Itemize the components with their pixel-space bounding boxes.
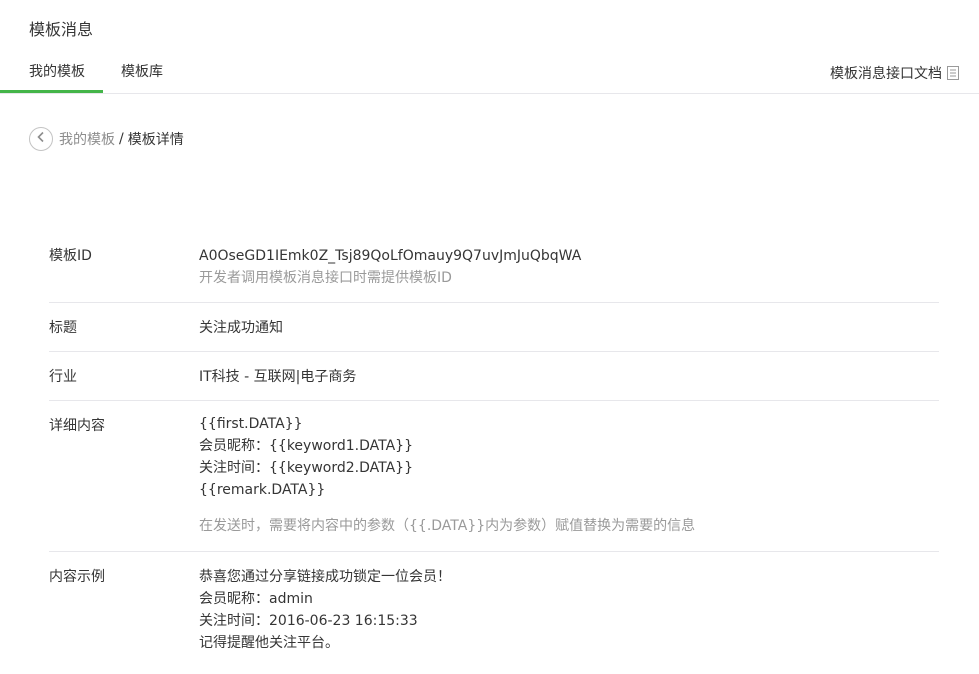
content-hint: 在发送时，需要将内容中的参数（{{.DATA}}内为参数）赋值替换为需要的信息 bbox=[199, 518, 696, 534]
template-id-hint: 开发者调用模板消息接口时需提供模板ID bbox=[199, 270, 452, 286]
template-detail: 模板ID A0OseGD1IEmk0Z_Tsj89QoLfOmauy9Q7uvJ… bbox=[49, 232, 939, 662]
example-line: 会员昵称：admin bbox=[199, 591, 313, 607]
page-title: 模板消息 bbox=[29, 20, 94, 39]
active-tab-indicator bbox=[0, 90, 103, 93]
breadcrumb-current: 模板详情 bbox=[127, 132, 184, 148]
breadcrumb-parent[interactable]: 我的模板 bbox=[59, 129, 115, 149]
content-line: {{first.DATA}} bbox=[199, 416, 303, 432]
template-id-label: 模板ID bbox=[49, 248, 92, 264]
content-line: 关注时间：{{keyword2.DATA}} bbox=[199, 460, 413, 476]
example-label: 内容示例 bbox=[49, 569, 105, 585]
industry-value: IT科技 - 互联网|电子商务 bbox=[199, 369, 357, 385]
template-id-value: A0OseGD1IEmk0Z_Tsj89QoLfOmauy9Q7uvJmJuQb… bbox=[199, 248, 582, 264]
api-doc-link[interactable]: 模板消息接口文档 bbox=[830, 63, 959, 83]
title-value: 关注成功通知 bbox=[199, 320, 283, 336]
row-title: 标题 关注成功通知 bbox=[49, 303, 939, 352]
chevron-left-icon bbox=[36, 131, 46, 147]
row-template-id: 模板ID A0OseGD1IEmk0Z_Tsj89QoLfOmauy9Q7uvJ… bbox=[49, 232, 939, 303]
content-label: 详细内容 bbox=[49, 418, 105, 434]
title-label: 标题 bbox=[49, 320, 77, 336]
tab-bar: 我的模板 模板库 模板消息接口文档 bbox=[0, 52, 979, 94]
industry-label: 行业 bbox=[49, 369, 77, 385]
api-doc-link-label: 模板消息接口文档 bbox=[830, 66, 942, 82]
content-line: 会员昵称：{{keyword1.DATA}} bbox=[199, 438, 413, 454]
back-button[interactable] bbox=[29, 127, 53, 151]
tab-template-library[interactable]: 模板库 bbox=[121, 61, 163, 81]
breadcrumb-separator: / bbox=[119, 131, 124, 147]
example-line: 关注时间：2016-06-23 16:15:33 bbox=[199, 613, 418, 629]
tab-my-templates[interactable]: 我的模板 bbox=[29, 61, 85, 81]
example-line: 恭喜您通过分享链接成功锁定一位会员！ bbox=[199, 569, 451, 585]
breadcrumb: 我的模板 / 模板详情 bbox=[29, 127, 184, 151]
document-icon bbox=[947, 66, 959, 80]
example-line: 记得提醒他关注平台。 bbox=[199, 635, 339, 651]
row-example: 内容示例 恭喜您通过分享链接成功锁定一位会员！ 会员昵称：admin 关注时间：… bbox=[49, 552, 939, 662]
row-industry: 行业 IT科技 - 互联网|电子商务 bbox=[49, 352, 939, 401]
row-content: 详细内容 {{first.DATA}} 会员昵称：{{keyword1.DATA… bbox=[49, 401, 939, 552]
content-line: {{remark.DATA}} bbox=[199, 482, 326, 498]
